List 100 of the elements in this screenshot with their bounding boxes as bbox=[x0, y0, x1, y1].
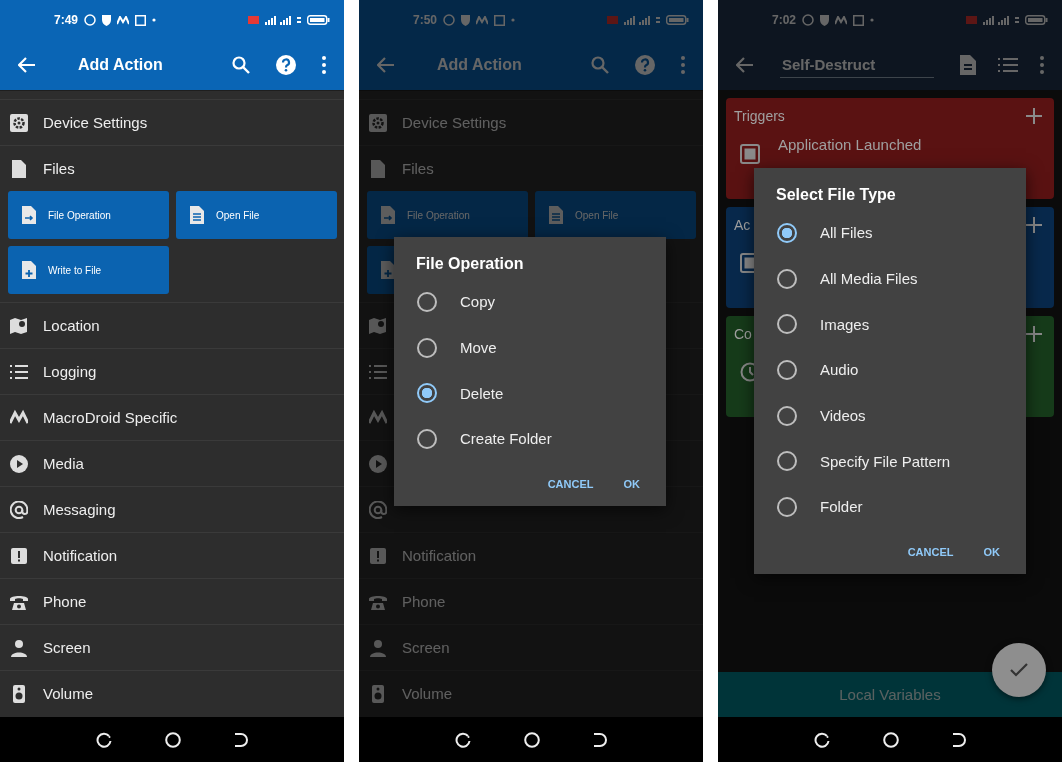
radio-button[interactable] bbox=[777, 496, 797, 517]
recents-icon[interactable] bbox=[814, 731, 831, 748]
file-arrow-icon bbox=[22, 206, 36, 224]
category-item[interactable]: Screen bbox=[0, 624, 344, 670]
dot-icon bbox=[511, 18, 516, 22]
category-item[interactable]: Notification bbox=[0, 532, 344, 578]
search-icon[interactable] bbox=[591, 56, 609, 74]
more-icon[interactable] bbox=[681, 56, 685, 74]
circle-icon bbox=[443, 14, 456, 26]
radio-option[interactable]: Copy bbox=[394, 279, 666, 325]
category-item[interactable]: Location bbox=[0, 302, 344, 348]
more-icon[interactable] bbox=[1040, 56, 1044, 74]
m-logo-icon bbox=[117, 15, 130, 25]
ok-button[interactable]: OK bbox=[971, 535, 1012, 568]
add-icon[interactable] bbox=[1026, 326, 1042, 342]
dialog-title: File Operation bbox=[415, 255, 525, 274]
radio-option[interactable]: Folder bbox=[754, 484, 1026, 530]
action-tile[interactable]: Open File bbox=[176, 191, 337, 239]
play-icon bbox=[369, 454, 387, 473]
alert-icon bbox=[10, 546, 28, 565]
action-tile[interactable]: File Operation bbox=[8, 191, 169, 239]
file-icon bbox=[369, 159, 387, 178]
radio-option[interactable]: All Files bbox=[754, 210, 1026, 256]
category-label: Files bbox=[402, 160, 434, 177]
category-label: Logging bbox=[43, 363, 97, 380]
option-label: Folder bbox=[820, 498, 863, 516]
m-logo-icon bbox=[476, 15, 489, 25]
check-icon bbox=[1010, 663, 1028, 677]
radio-button[interactable] bbox=[417, 291, 437, 312]
back-icon[interactable] bbox=[18, 57, 36, 73]
list-icon[interactable] bbox=[998, 57, 1018, 73]
file-arrow-icon bbox=[381, 206, 395, 224]
option-label: Copy bbox=[460, 293, 496, 311]
action-tile[interactable]: Write to File bbox=[8, 246, 169, 294]
screen-title: Add Action bbox=[78, 56, 164, 74]
category-item[interactable]: Device Settings bbox=[0, 99, 344, 145]
doc-icon bbox=[549, 206, 563, 224]
at-icon bbox=[10, 500, 28, 519]
signal-icon bbox=[265, 15, 291, 25]
help-icon[interactable] bbox=[276, 55, 296, 75]
ok-button[interactable]: OK bbox=[611, 467, 652, 500]
status-time: 7:49 bbox=[54, 13, 79, 27]
radio-option[interactable]: Audio bbox=[754, 347, 1026, 393]
option-label: All Media Files bbox=[820, 270, 918, 288]
radio-option[interactable]: All Media Files bbox=[754, 255, 1026, 302]
back-nav-icon[interactable] bbox=[592, 731, 607, 748]
category-item[interactable]: Messaging bbox=[0, 486, 344, 532]
add-icon[interactable] bbox=[1026, 108, 1042, 124]
status-time: 7:50 bbox=[413, 13, 438, 27]
radio-option[interactable]: Move bbox=[394, 324, 666, 371]
home-icon[interactable] bbox=[524, 731, 540, 748]
radio-button[interactable] bbox=[417, 428, 437, 449]
shield-icon bbox=[820, 14, 830, 26]
radio-button[interactable] bbox=[777, 268, 797, 289]
category-label: MacroDroid Specific bbox=[43, 409, 178, 426]
gear-icon bbox=[10, 113, 28, 132]
search-icon[interactable] bbox=[232, 56, 250, 74]
recents-icon[interactable] bbox=[96, 731, 113, 748]
back-icon[interactable] bbox=[377, 57, 395, 73]
category-label: Screen bbox=[43, 639, 91, 656]
category-item[interactable]: Logging bbox=[0, 348, 344, 394]
category-item[interactable]: Media bbox=[0, 440, 344, 486]
option-label: Videos bbox=[820, 407, 866, 425]
home-icon[interactable] bbox=[165, 731, 181, 748]
category-item[interactable]: Volume bbox=[0, 670, 344, 716]
file-plus-icon bbox=[381, 261, 395, 279]
cancel-button[interactable]: CANCEL bbox=[895, 535, 966, 568]
document-icon[interactable] bbox=[960, 55, 976, 75]
recents-icon[interactable] bbox=[455, 731, 472, 748]
battery-icon bbox=[1025, 15, 1048, 25]
radio-option[interactable]: Images bbox=[754, 301, 1026, 348]
add-icon[interactable] bbox=[1026, 217, 1042, 233]
category-item[interactable]: Phone bbox=[0, 578, 344, 624]
radio-option[interactable]: Specify File Pattern bbox=[754, 438, 1026, 485]
back-icon[interactable] bbox=[736, 57, 754, 73]
radio-option[interactable]: Delete bbox=[394, 370, 666, 417]
option-label: Create Folder bbox=[460, 430, 552, 448]
category-item[interactable]: MacroDroid Specific bbox=[0, 394, 344, 440]
dot-icon bbox=[152, 18, 157, 22]
category-label: Volume bbox=[43, 685, 94, 702]
speaker-icon bbox=[10, 684, 28, 703]
radio-button[interactable] bbox=[777, 405, 797, 426]
back-nav-icon[interactable] bbox=[951, 731, 966, 748]
shield-icon bbox=[461, 14, 471, 26]
circle-icon bbox=[802, 14, 815, 26]
radio-button[interactable] bbox=[777, 314, 797, 335]
radio-button[interactable] bbox=[777, 451, 797, 472]
radio-button[interactable] bbox=[777, 359, 797, 380]
option-label: Images bbox=[820, 315, 870, 333]
gear-icon bbox=[369, 113, 387, 132]
help-icon[interactable] bbox=[635, 55, 655, 75]
back-nav-icon[interactable] bbox=[233, 731, 248, 748]
radio-button[interactable] bbox=[777, 222, 797, 243]
radio-option[interactable]: Create Folder bbox=[394, 416, 666, 462]
home-icon[interactable] bbox=[883, 731, 899, 748]
radio-button[interactable] bbox=[417, 383, 437, 404]
radio-option[interactable]: Videos bbox=[754, 392, 1026, 439]
cancel-button[interactable]: CANCEL bbox=[535, 467, 606, 500]
more-icon[interactable] bbox=[322, 56, 326, 74]
radio-button[interactable] bbox=[417, 337, 437, 358]
